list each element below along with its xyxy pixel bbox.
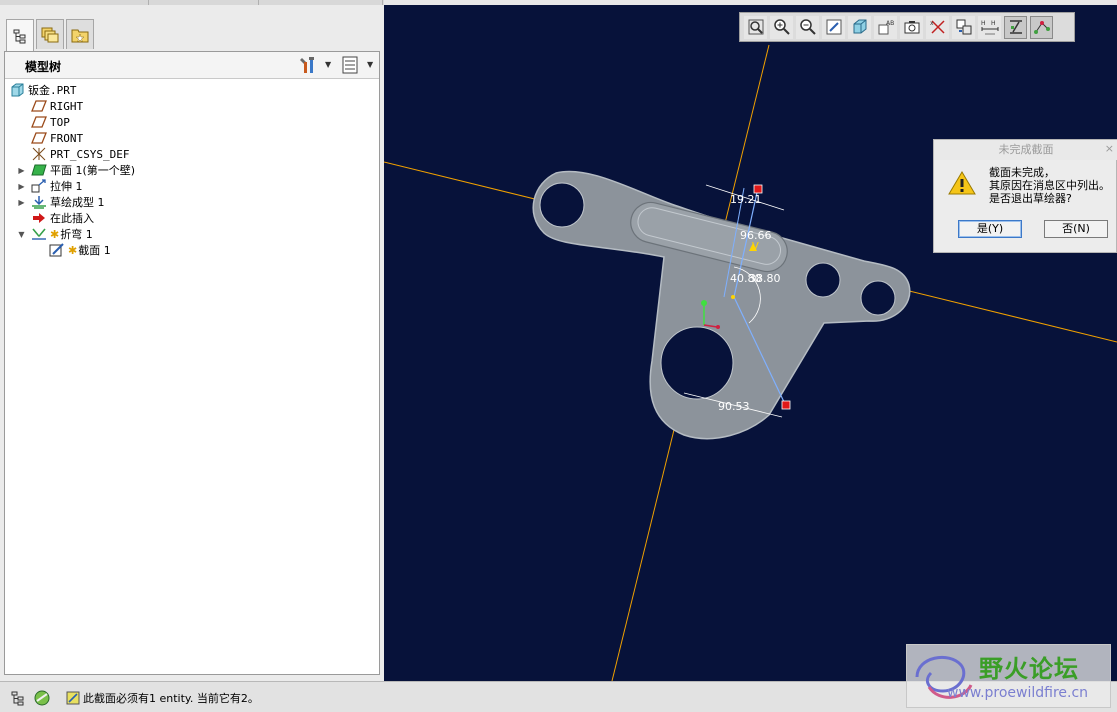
- modified-star-icon: ✱: [50, 227, 60, 241]
- insert-here-icon: [31, 211, 47, 225]
- message-area: 此截面必须有1 entity. 当前它有2。: [66, 690, 259, 706]
- svg-text:x: x: [930, 20, 934, 27]
- datum-plane-icon: [31, 115, 47, 129]
- tree-item-part[interactable]: 钣金.PRT: [9, 82, 77, 98]
- svg-text:V: V: [752, 241, 759, 252]
- model-tree-icon: [11, 691, 24, 706]
- capture-button[interactable]: [900, 15, 923, 39]
- saved-views-icon: AB: [878, 20, 894, 35]
- expand-arrow-icon[interactable]: ▶: [17, 166, 26, 175]
- zoom-in-icon: [773, 19, 790, 35]
- model-tree-icon: [13, 29, 26, 43]
- model-tree-tab[interactable]: [6, 19, 34, 51]
- svg-text:AB: AB: [886, 20, 894, 27]
- repaint-icon: [826, 19, 841, 35]
- vertex-display-button[interactable]: [1030, 15, 1053, 39]
- tree-item-bend[interactable]: ▼ ✱ 折弯 1: [18, 226, 92, 242]
- browser-icon: [34, 690, 50, 706]
- shading-cube-icon: [853, 19, 866, 34]
- svg-text:H: H: [981, 20, 986, 27]
- tree-item-insert-here[interactable]: 在此插入: [31, 210, 94, 226]
- favorites-tab[interactable]: [66, 19, 94, 49]
- show-browser-button[interactable]: [32, 688, 52, 708]
- tree-item-extrude[interactable]: ▶ 拉伸 1: [18, 178, 83, 194]
- dimension-label[interactable]: 38.80: [749, 272, 781, 285]
- modified-star-icon: ✱: [68, 243, 78, 257]
- tree-show-button[interactable]: [339, 55, 361, 75]
- incomplete-section-dialog: 未完成截面 × 截面未完成， 其原因在消息区中列出。 是否退出草绘器? 是(Y)…: [933, 139, 1117, 253]
- expand-arrow-icon[interactable]: ▶: [17, 182, 26, 191]
- layers-icon: [41, 27, 59, 42]
- watermark-brand: 野火论坛: [979, 655, 1079, 683]
- tree-item-front-plane[interactable]: FRONT: [31, 130, 83, 146]
- tree-show-dropdown-icon[interactable]: ▼: [367, 60, 373, 69]
- dialog-message: 截面未完成， 其原因在消息区中列出。 是否退出草绘器?: [989, 166, 1110, 205]
- display-style-button[interactable]: [848, 15, 871, 39]
- grid-display-button[interactable]: [1004, 15, 1027, 39]
- section-icon: [49, 243, 65, 257]
- expand-arrow-icon[interactable]: ▶: [17, 198, 26, 207]
- graphics-window[interactable]: V 19.21 96.66 40.80 38.80 90.53 AB x HH: [384, 5, 1117, 681]
- camera-icon: [904, 21, 919, 34]
- view-toolbar: AB x HH: [739, 12, 1075, 42]
- grid-icon: [1009, 20, 1022, 34]
- layers-tab[interactable]: [36, 19, 64, 49]
- sketch-canvas: V: [384, 44, 1117, 681]
- dialog-close-icon[interactable]: ×: [1105, 142, 1114, 155]
- message-sketch-icon: [66, 691, 80, 705]
- dimension-display-button[interactable]: HH: [978, 15, 1001, 39]
- tree-item-sketch-form[interactable]: ▶ 草绘成型 1: [18, 194, 105, 210]
- tree-item-flat-wall[interactable]: ▶ 平面 1(第一个壁): [18, 162, 135, 178]
- model-tree-header: 模型树 ▼ ▼: [5, 52, 379, 79]
- constraints-icon: [956, 19, 971, 35]
- dimension-icon: HH: [981, 20, 998, 35]
- saved-views-button[interactable]: AB: [874, 15, 897, 39]
- sketch-form-icon: [31, 195, 47, 209]
- tree-item-csys[interactable]: PRT_CSYS_DEF: [31, 146, 129, 162]
- refit-icon: [748, 19, 763, 35]
- dimension-label[interactable]: 96.66: [740, 229, 772, 242]
- tools-icon: [300, 57, 314, 73]
- sketch-dims-icon: x: [930, 20, 945, 34]
- svg-text:H: H: [991, 20, 996, 27]
- tree-settings-button[interactable]: [297, 55, 319, 75]
- warning-icon: [948, 171, 976, 195]
- zoom-out-button[interactable]: [796, 15, 819, 39]
- collapse-arrow-icon[interactable]: ▼: [17, 230, 26, 239]
- zoom-in-button[interactable]: [770, 15, 793, 39]
- repaint-button[interactable]: [822, 15, 845, 39]
- show-navigator-button[interactable]: [8, 688, 28, 708]
- tree-settings-dropdown-icon[interactable]: ▼: [325, 60, 331, 69]
- tree-item-right-plane[interactable]: RIGHT: [31, 98, 83, 114]
- sheetmetal-part: [532, 170, 911, 440]
- refit-button[interactable]: [744, 15, 767, 39]
- tree-item-section[interactable]: ✱ 截面 1: [49, 242, 111, 258]
- dimension-label[interactable]: 90.53: [718, 400, 750, 413]
- datum-plane-icon: [31, 99, 47, 113]
- watermark-url: www.proewildfire.cn: [947, 685, 1089, 701]
- no-button[interactable]: 否(N): [1044, 220, 1108, 238]
- extrude-icon: [31, 179, 47, 193]
- status-message: 此截面必须有1 entity. 当前它有2。: [83, 692, 259, 705]
- sketcher-display-button[interactable]: x: [926, 15, 949, 39]
- dimension-label[interactable]: 19.21: [730, 193, 762, 206]
- datum-plane-icon: [31, 131, 47, 145]
- favorites-folder-icon: [71, 29, 89, 43]
- yes-button[interactable]: 是(Y): [958, 220, 1022, 238]
- dialog-title: 未完成截面: [934, 140, 1117, 160]
- tree-item-top-plane[interactable]: TOP: [31, 114, 70, 130]
- model-tree-panel: 模型树 ▼ ▼ 钣金.PRT RIGHT TOP FRONT PRT_CSYS_…: [4, 51, 380, 675]
- flat-wall-icon: [31, 163, 47, 177]
- part-icon: [9, 83, 25, 97]
- constraints-display-button[interactable]: [952, 15, 975, 39]
- zoom-out-icon: [799, 19, 816, 35]
- list-view-icon: [342, 56, 358, 74]
- navigator-panel: 模型树 ▼ ▼ 钣金.PRT RIGHT TOP FRONT PRT_CSYS_…: [0, 5, 384, 681]
- csys-icon: [31, 147, 47, 161]
- watermark-logo: 野火论坛 www.proewildfire.cn: [906, 644, 1111, 708]
- bend-icon: [31, 227, 47, 241]
- vertices-icon: [1033, 21, 1050, 34]
- model-tree-title: 模型树: [25, 60, 62, 74]
